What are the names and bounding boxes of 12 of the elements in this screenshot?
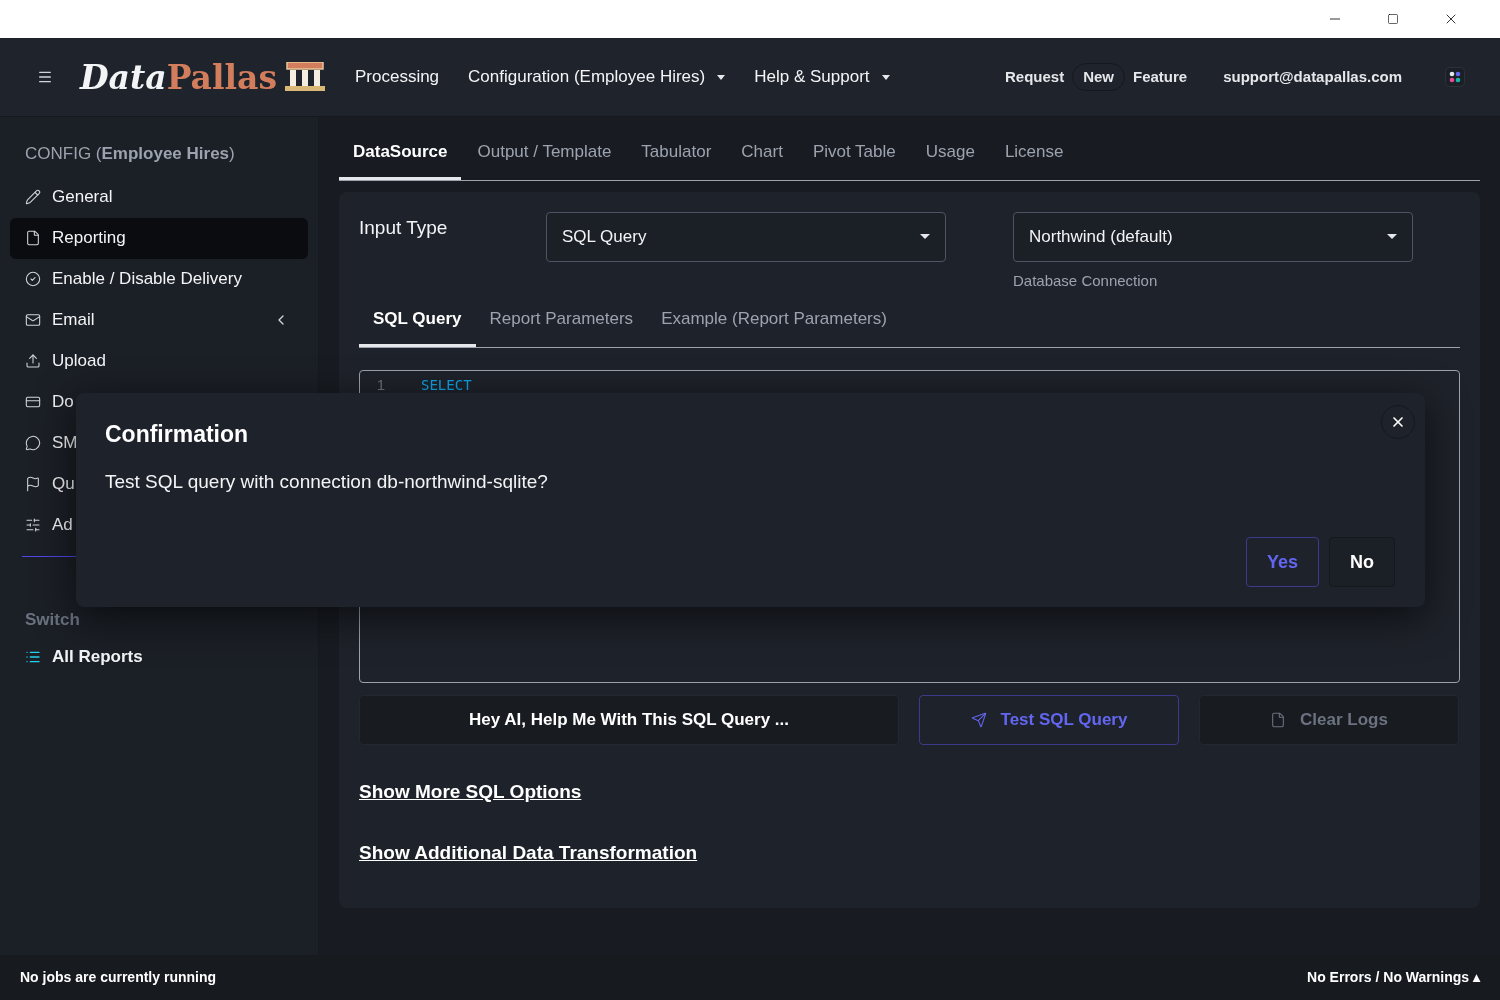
line-number: 1 <box>375 374 386 395</box>
code-line: SELECT <box>421 375 472 395</box>
config-title: CONFIG (Employee Hires) <box>24 143 236 165</box>
feature-request-text: Feature <box>1133 66 1188 87</box>
feature-request-text: Request <box>1004 66 1065 87</box>
dialog-message: Test SQL query with connection db-northwind-sqlite? <box>105 469 549 494</box>
status-text: No jobs are currently running <box>20 968 217 987</box>
input-type-label: Input Type <box>359 215 449 240</box>
dialog-title: Confirmation <box>105 420 250 449</box>
logo-text: DataPallas <box>80 60 277 94</box>
section-label: Switch <box>24 608 81 631</box>
field-hint: Database Connection <box>1013 270 1159 291</box>
